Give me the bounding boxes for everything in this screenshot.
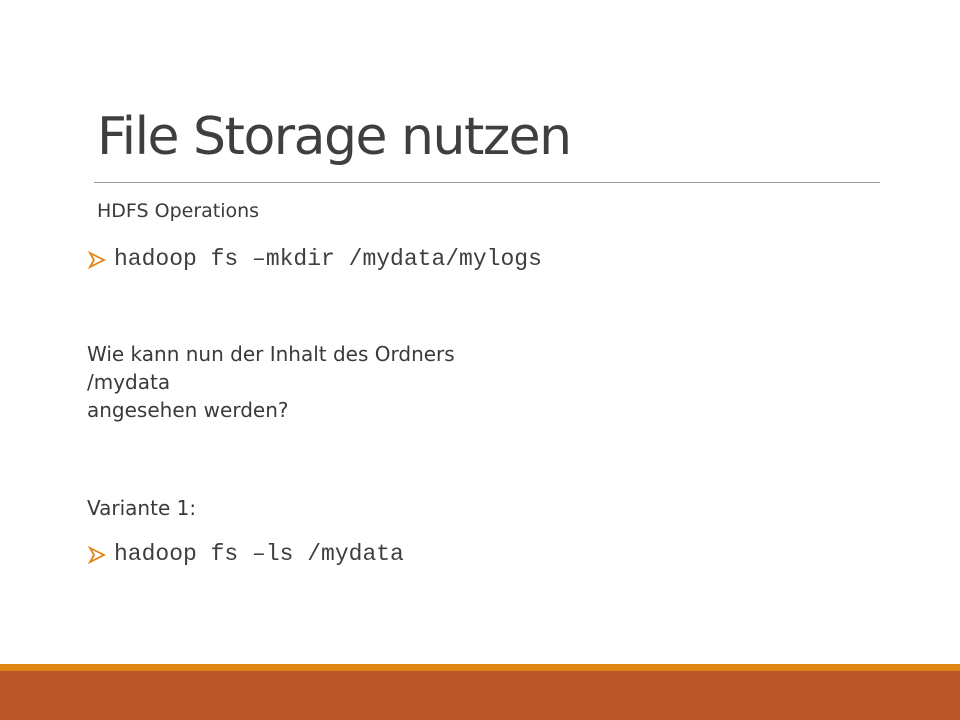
question-line: Wie kann nun der Inhalt des Ordners	[87, 342, 455, 366]
command-text: hadoop fs –mkdir /mydata/mylogs	[114, 246, 542, 272]
footer-accent-stripe	[0, 664, 960, 671]
variant-label: Variante 1:	[87, 496, 197, 520]
question-text: Wie kann nun der Inhalt des Ordners /myd…	[87, 340, 455, 424]
command-bullet-mkdir: hadoop fs –mkdir /mydata/mylogs	[88, 246, 542, 274]
command-text: hadoop fs –ls /mydata	[114, 541, 404, 567]
command-bullet-ls: hadoop fs –ls /mydata	[88, 541, 404, 569]
arrow-bullet-icon	[88, 250, 106, 269]
footer-bar	[0, 671, 960, 720]
slide-title: File Storage nutzen	[97, 107, 572, 167]
title-divider	[94, 182, 880, 183]
slide-subtitle: HDFS Operations	[97, 200, 260, 222]
question-line: angesehen werden?	[87, 398, 289, 422]
slide: File Storage nutzen HDFS Operations hado…	[0, 0, 960, 720]
question-line: /mydata	[87, 370, 171, 394]
arrow-bullet-icon	[88, 545, 106, 564]
